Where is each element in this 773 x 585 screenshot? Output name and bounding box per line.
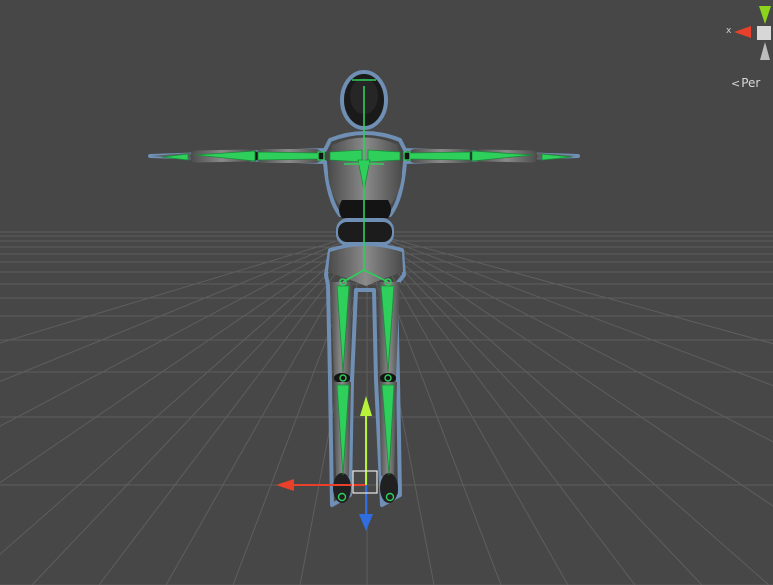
move-y-arrow-icon[interactable] (360, 396, 372, 416)
move-z-arrow-icon[interactable] (359, 514, 373, 531)
scene-viewport[interactable]: x <Per (0, 0, 773, 585)
gizmo-center-cube[interactable] (757, 26, 771, 40)
orientation-gizmo[interactable]: x <Per (723, 0, 773, 100)
gizmo-y-cone-icon[interactable] (759, 6, 771, 24)
chevron-left-icon: < (731, 77, 741, 90)
scene-canvas[interactable] (0, 0, 773, 585)
move-x-arrow-icon[interactable] (276, 479, 294, 491)
character-model[interactable] (148, 70, 580, 507)
projection-toggle[interactable]: <Per (731, 76, 760, 90)
projection-label: Per (741, 76, 761, 90)
gizmo-x-label: x (726, 26, 732, 36)
gizmo-x-cone-icon[interactable] (734, 26, 751, 38)
move-tool-handle[interactable] (276, 396, 378, 531)
gizmo-neg-y-cone-icon[interactable] (760, 42, 770, 60)
